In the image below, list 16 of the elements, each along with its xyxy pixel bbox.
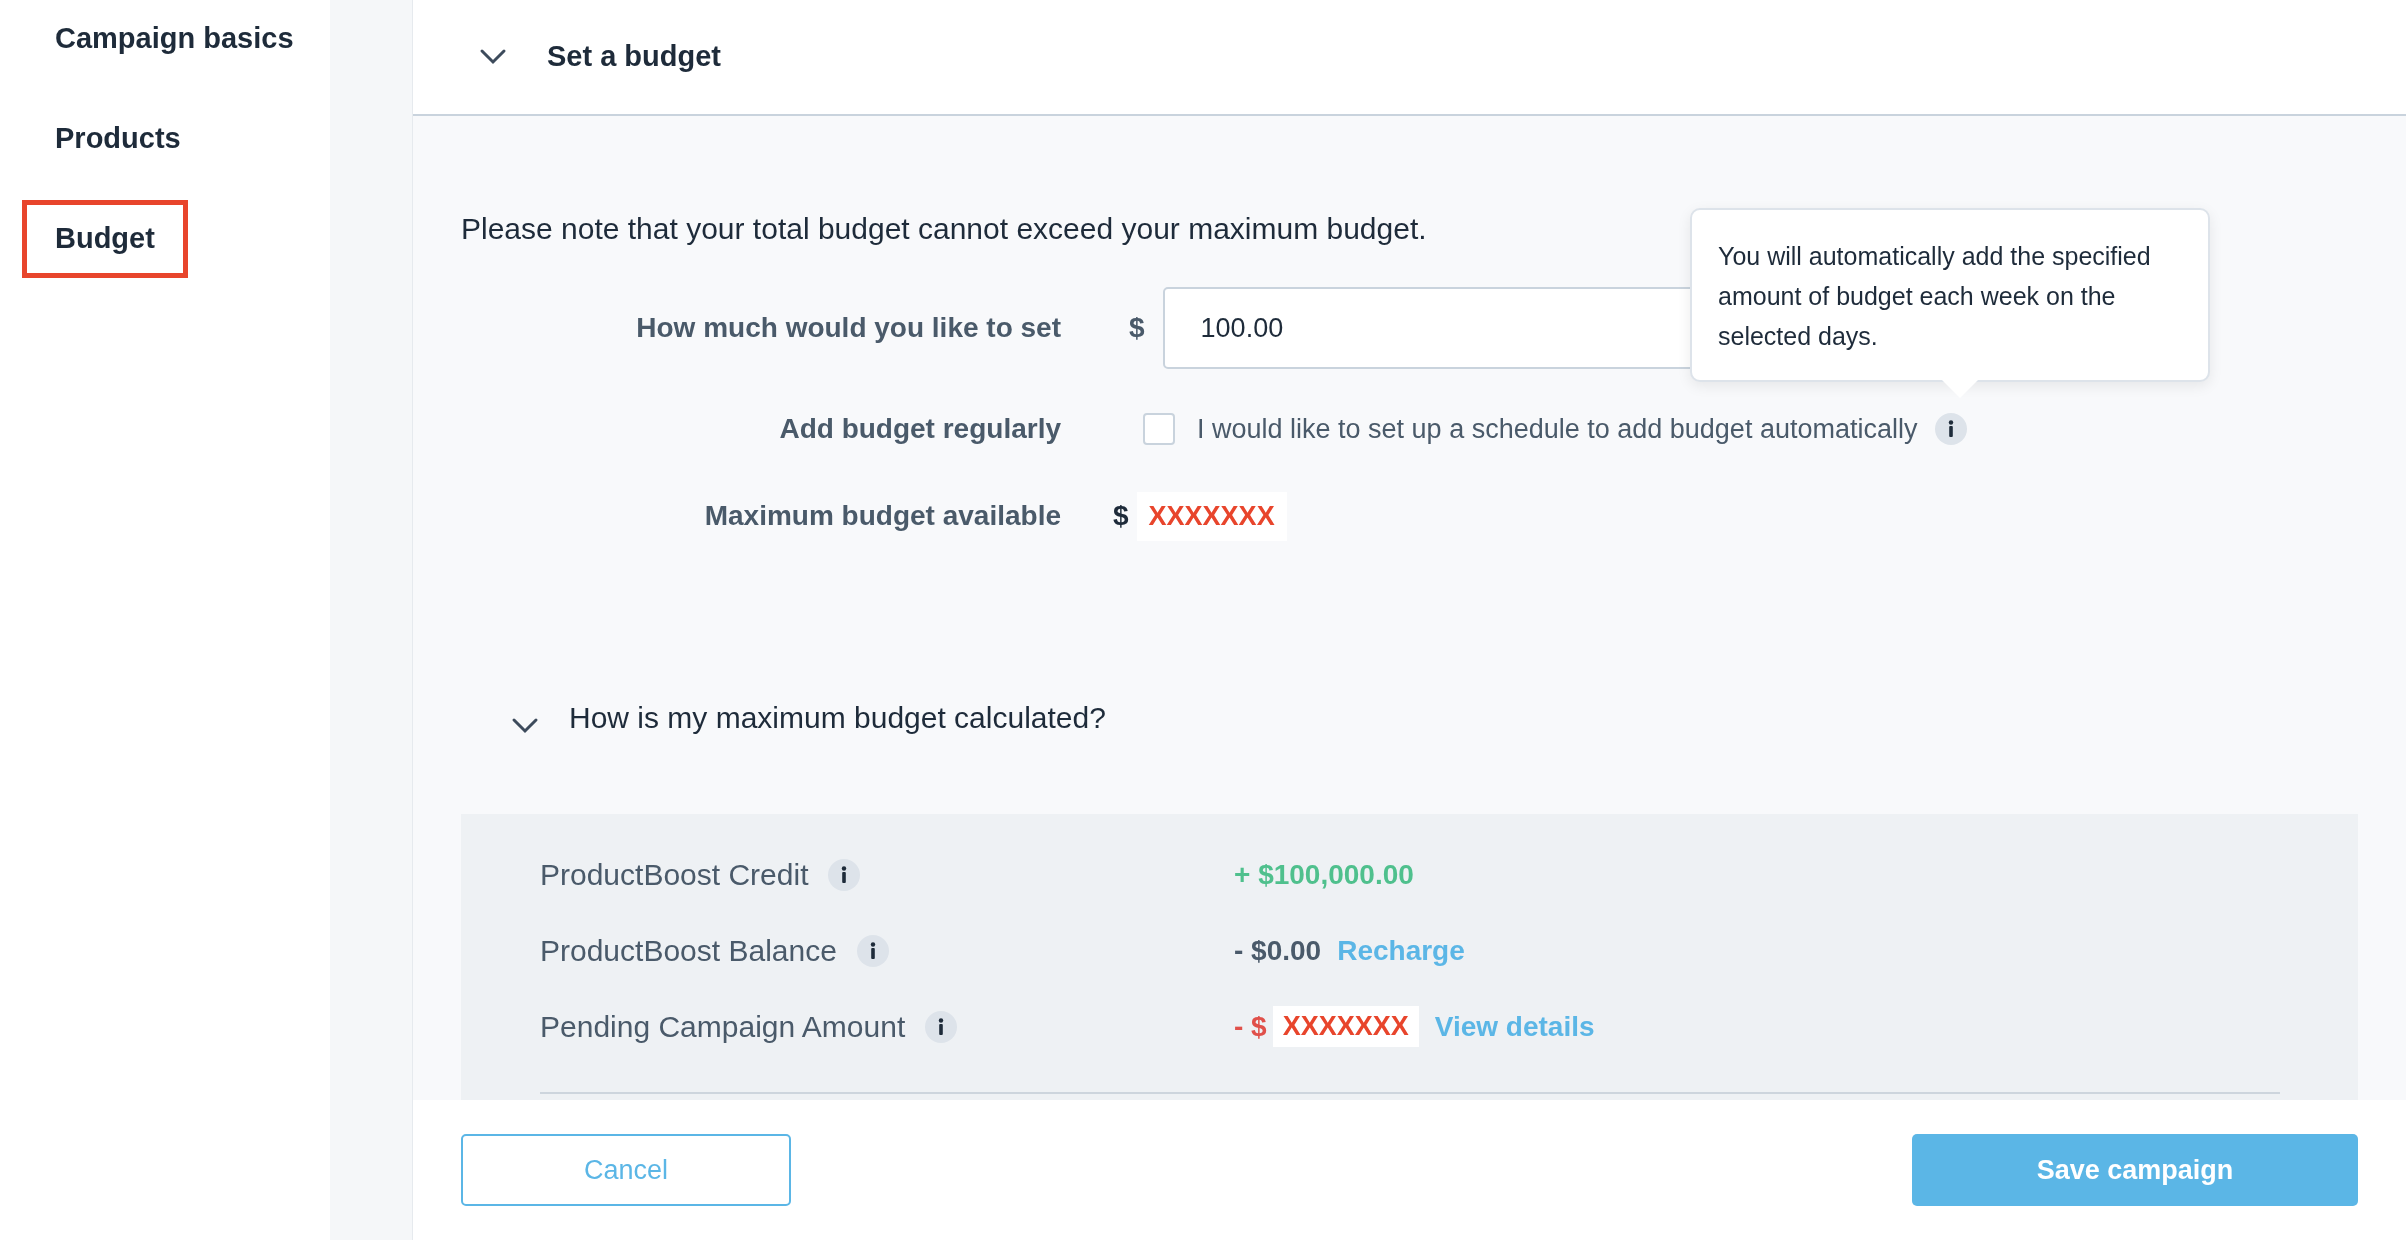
breakdown-amount: - $ <box>1234 1009 1267 1044</box>
schedule-label: I would like to set up a schedule to add budget automatically <box>1197 413 1918 447</box>
section-title: Set a budget <box>547 39 721 75</box>
breakdown-amount: + $100,000.00 <box>1234 857 1414 892</box>
breakdown-label: ProductBoost Credit <box>540 857 809 894</box>
currency-sign: $ <box>1129 311 1145 345</box>
field-label: How much would you like to set <box>635 311 1061 345</box>
breakdown-label: Pending Campaign Amount <box>540 1009 906 1046</box>
currency-sign: $ <box>1113 499 1129 534</box>
budget-note: Please note that your total budget cannot exceed your maximum budget. <box>461 211 1428 247</box>
breakdown-label: ProductBoost Balance <box>540 933 837 970</box>
field-label: Maximum budget available <box>703 499 1061 534</box>
redacted-amount: XXXXXXX <box>1136 492 1287 541</box>
redacted-amount: XXXXXXX <box>1272 1006 1419 1047</box>
field-label: Add budget regularly <box>778 412 1061 447</box>
breakdown-amount: - $0.00 <box>1234 933 1322 968</box>
